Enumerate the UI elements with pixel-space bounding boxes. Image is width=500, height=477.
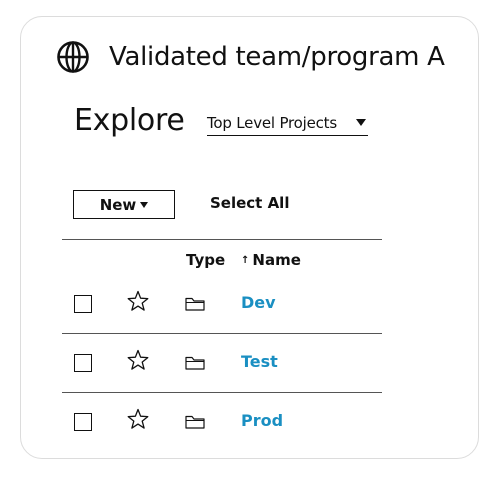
- caret-down-icon: [356, 119, 366, 126]
- column-header-name-label: Name: [252, 251, 301, 269]
- new-button-label: New: [99, 195, 137, 214]
- page-title: Validated team/program A: [109, 42, 445, 72]
- row-name-link[interactable]: Test: [241, 352, 278, 371]
- row-checkbox[interactable]: [74, 354, 92, 372]
- row-name-link[interactable]: Dev: [241, 293, 276, 312]
- folder-icon: [185, 356, 205, 370]
- table-header-divider: [62, 239, 382, 240]
- select-all-button[interactable]: Select All: [210, 194, 289, 212]
- star-icon[interactable]: [126, 407, 150, 431]
- globe-icon: [57, 41, 89, 73]
- star-icon[interactable]: [126, 289, 150, 313]
- explore-heading: Explore: [74, 103, 185, 138]
- table-row: Prod: [62, 402, 382, 442]
- caret-down-icon: [140, 201, 149, 208]
- page-header: Validated team/program A: [56, 40, 445, 74]
- row-checkbox[interactable]: [74, 295, 92, 313]
- column-header-name[interactable]: ↑ Name: [241, 251, 301, 269]
- row-name-link[interactable]: Prod: [241, 411, 283, 430]
- row-divider: [62, 392, 382, 393]
- row-divider: [62, 333, 382, 334]
- column-header-type[interactable]: Type: [186, 251, 225, 269]
- dropdown-selected-value: Top Level Projects: [207, 113, 337, 132]
- folder-icon: [185, 297, 205, 311]
- sort-ascending-icon: ↑: [241, 254, 250, 266]
- project-scope-dropdown[interactable]: Top Level Projects: [207, 110, 368, 136]
- new-button[interactable]: New: [73, 190, 175, 219]
- row-checkbox[interactable]: [74, 413, 92, 431]
- star-icon[interactable]: [126, 348, 150, 372]
- table-row: Dev: [62, 284, 382, 324]
- folder-icon: [185, 415, 205, 429]
- table-row: Test: [62, 343, 382, 383]
